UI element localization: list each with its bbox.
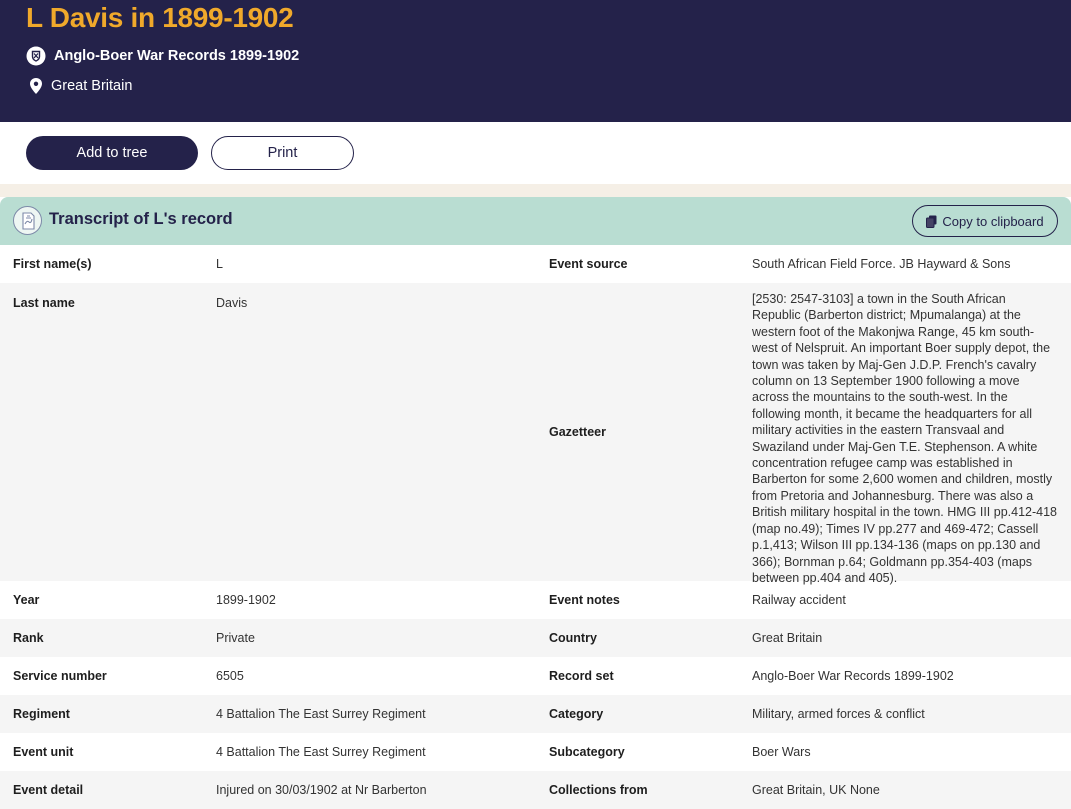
field-value: 4 Battalion The East Surrey Regiment bbox=[216, 707, 426, 721]
action-bar: Add to tree Print bbox=[0, 122, 1071, 184]
transcript-header: Transcript of L's record Copy to clipboa… bbox=[0, 197, 1071, 245]
record-icon bbox=[13, 206, 42, 235]
location-name: Great Britain bbox=[51, 78, 133, 94]
add-to-tree-button[interactable]: Add to tree bbox=[26, 136, 198, 170]
page-title: L Davis in 1899-1902 bbox=[26, 2, 294, 33]
field-value: Boer Wars bbox=[752, 745, 811, 759]
record-header: L Davis in 1899-1902 Anglo-Boer War Reco… bbox=[0, 0, 1071, 122]
field-label: Rank bbox=[13, 631, 44, 645]
field-label: First name(s) bbox=[13, 257, 92, 271]
section-divider bbox=[0, 184, 1071, 197]
field-value: Davis bbox=[216, 296, 248, 310]
field-label: Event detail bbox=[13, 783, 84, 797]
field-value: L bbox=[216, 257, 223, 271]
transcript-title: Transcript of L's record bbox=[49, 210, 233, 228]
field-value: Great Britain, UK None bbox=[752, 783, 880, 797]
field-label: Collections from bbox=[549, 783, 648, 797]
copy-to-clipboard-button[interactable]: Copy to clipboard bbox=[912, 205, 1058, 237]
field-value: 1899-1902 bbox=[216, 593, 276, 607]
map-pin-icon bbox=[28, 76, 44, 96]
transcript-table: First name(s) L Event source South Afric… bbox=[0, 245, 1071, 809]
gazetteer-text: [2530: 2547-3103] a town in the South Af… bbox=[752, 292, 1057, 585]
clipboard-icon bbox=[926, 215, 937, 228]
field-value: Railway accident bbox=[752, 593, 846, 607]
table-row: Year 1899-1902 Event notes Railway accid… bbox=[0, 581, 1071, 619]
field-value: 4 Battalion The East Surrey Regiment bbox=[216, 745, 426, 759]
field-value: Injured on 30/03/1902 at Nr Barberton bbox=[216, 783, 427, 797]
field-value: Great Britain bbox=[752, 631, 823, 645]
table-row: Regiment 4 Battalion The East Surrey Reg… bbox=[0, 695, 1071, 733]
location-row: Great Britain bbox=[26, 76, 132, 96]
field-label: Record set bbox=[549, 669, 614, 683]
field-value: Anglo-Boer War Records 1899-1902 bbox=[752, 669, 954, 683]
field-label: Service number bbox=[13, 669, 107, 683]
field-label: Event unit bbox=[13, 745, 74, 759]
table-row: Rank Private Country Great Britain bbox=[0, 619, 1071, 657]
field-label: Subcategory bbox=[549, 745, 625, 759]
field-label: Gazetteer bbox=[549, 425, 606, 439]
collection-row: Anglo-Boer War Records 1899-1902 bbox=[26, 46, 299, 66]
field-label: Regiment bbox=[13, 707, 70, 721]
collection-name: Anglo-Boer War Records 1899-1902 bbox=[54, 48, 300, 64]
field-label: Country bbox=[549, 631, 597, 645]
field-label: Event source bbox=[549, 257, 628, 271]
print-button[interactable]: Print bbox=[211, 136, 354, 170]
field-label: Year bbox=[13, 593, 40, 607]
field-value: Private bbox=[216, 631, 255, 645]
field-label: Last name bbox=[13, 296, 75, 310]
table-row: Event unit 4 Battalion The East Surrey R… bbox=[0, 733, 1071, 771]
field-value: 6505 bbox=[216, 669, 244, 683]
crest-icon bbox=[26, 46, 46, 66]
field-value: South African Field Force. JB Hayward & … bbox=[752, 257, 1011, 271]
field-value: Military, armed forces & conflict bbox=[752, 707, 925, 721]
copy-label: Copy to clipboard bbox=[942, 213, 1044, 229]
table-row: First name(s) L Event source South Afric… bbox=[0, 245, 1071, 283]
field-label: Event notes bbox=[549, 593, 620, 607]
table-row: Service number 6505 Record set Anglo-Boe… bbox=[0, 657, 1071, 695]
table-row: Last name Davis Gazetteer [2530: 2547-31… bbox=[0, 283, 1071, 585]
table-row: Event detail Injured on 30/03/1902 at Nr… bbox=[0, 771, 1071, 809]
field-label: Category bbox=[549, 707, 604, 721]
